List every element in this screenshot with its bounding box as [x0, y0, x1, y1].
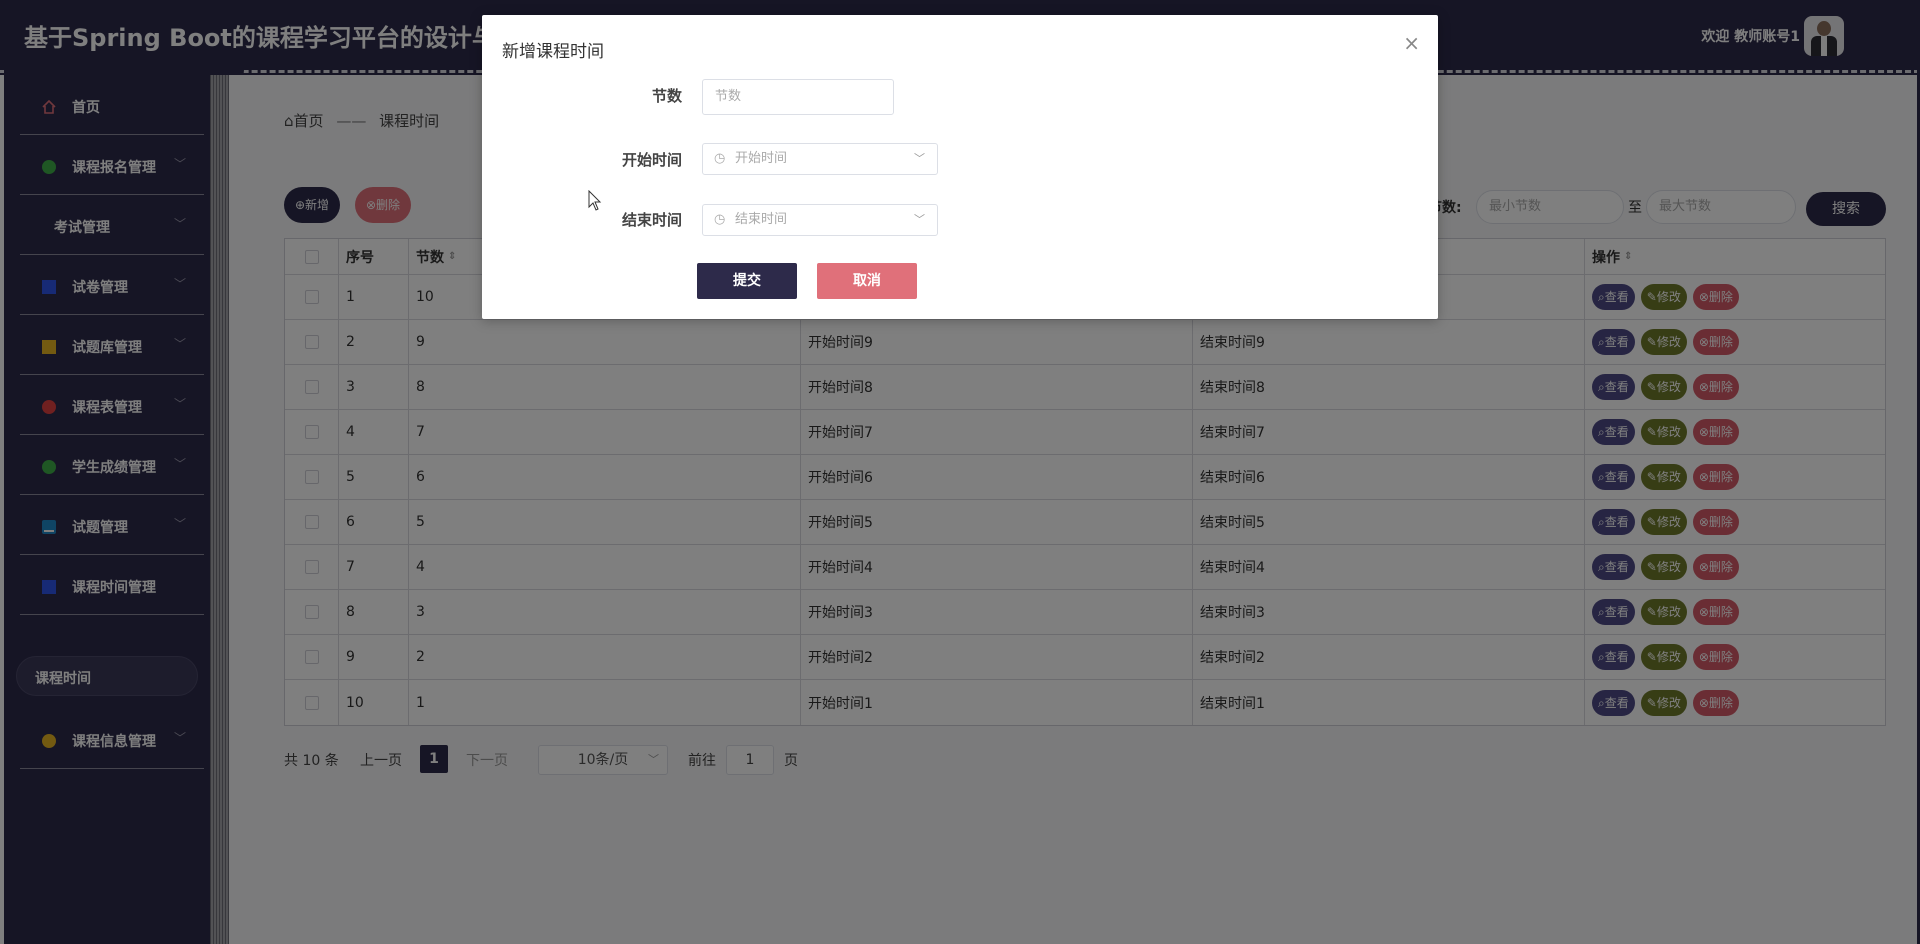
- start-time-picker[interactable]: ◷ 开始时间 ﹀: [702, 143, 938, 175]
- dialog-title: 新增课程时间: [502, 42, 604, 62]
- submit-button[interactable]: 提交: [697, 263, 797, 299]
- chevron-down-icon: ﹀: [914, 213, 925, 226]
- start-time-placeholder: 开始时间: [735, 151, 788, 166]
- start-time-label: 开始时间: [621, 151, 682, 169]
- clock-icon: ◷: [714, 151, 726, 166]
- end-time-picker[interactable]: ◷ 结束时间 ﹀: [702, 204, 938, 236]
- end-time-placeholder: 结束时间: [735, 212, 788, 227]
- count-input[interactable]: 节数: [702, 79, 894, 115]
- cancel-button[interactable]: 取消: [817, 263, 917, 299]
- end-time-label: 结束时间: [621, 211, 682, 229]
- count-label: 节数: [651, 87, 682, 105]
- mouse-cursor-icon: [588, 190, 602, 211]
- chevron-down-icon: ﹀: [914, 152, 925, 165]
- close-icon[interactable]: ×: [1403, 33, 1420, 53]
- clock-icon: ◷: [714, 212, 726, 227]
- add-course-time-dialog: 新增课程时间 × 节数 节数 开始时间 ◷ 开始时间 ﹀ 结束时间 ◷ 结束时间…: [482, 15, 1438, 319]
